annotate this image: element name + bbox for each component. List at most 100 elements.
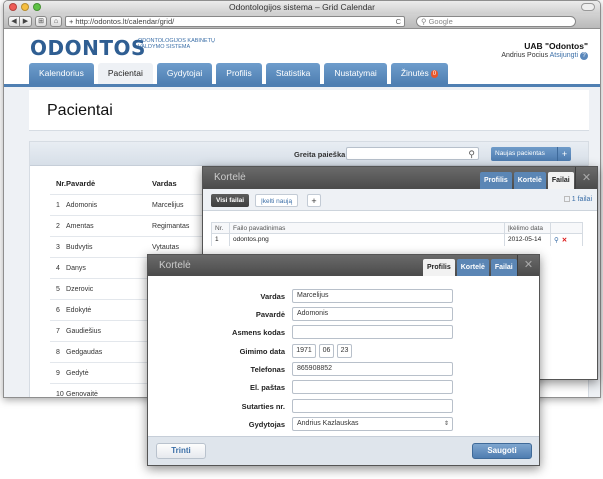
close-icon[interactable]: ✕ bbox=[575, 167, 597, 189]
birth-date-label: Gimimo data bbox=[239, 347, 285, 356]
subtab-all-files[interactable]: Visi failai bbox=[211, 194, 250, 207]
nav-underline bbox=[4, 84, 600, 87]
contract-label: Sutarties nr. bbox=[241, 402, 285, 411]
table-row[interactable]: 1 Adomonis Marcelijus bbox=[50, 194, 210, 216]
subtab-upload[interactable]: Įkelti naują bbox=[255, 194, 299, 207]
patient-nr: 9 bbox=[50, 362, 67, 384]
close-window-button[interactable] bbox=[9, 3, 17, 11]
toolbar-toggle-button[interactable] bbox=[581, 3, 595, 11]
window-title: Odontologijos sistema – Grid Calendar bbox=[229, 2, 375, 12]
file-name-link[interactable]: odontos.png bbox=[229, 233, 505, 246]
contract-field[interactable] bbox=[292, 399, 453, 413]
save-button[interactable]: Saugoti bbox=[472, 443, 532, 459]
reload-icon[interactable]: C bbox=[396, 17, 401, 26]
tab-profile[interactable]: Profilis bbox=[216, 63, 262, 84]
patient-nr: 4 bbox=[50, 257, 67, 279]
first-name-label: Vardas bbox=[260, 292, 285, 301]
search-icon[interactable]: ⚲ bbox=[468, 149, 475, 160]
profile-dialog: Kortelė Profilis Kortelė Failai ✕ Vardas… bbox=[147, 254, 540, 466]
file-actions: ⚲ ✕ bbox=[550, 233, 583, 246]
browser-toolbar: ◀ ▶ ⊞ ⌂ + http://odontos.lt/calendar/gri… bbox=[4, 14, 600, 29]
personal-code-label: Asmens kodas bbox=[232, 328, 285, 337]
user-info: Andrius Pocius Atsijungti ? bbox=[501, 52, 588, 60]
birth-day-field[interactable]: 23 bbox=[337, 344, 352, 358]
help-icon[interactable]: ? bbox=[580, 52, 588, 60]
delete-icon[interactable]: ✕ bbox=[562, 237, 567, 244]
table-header: Nr. Failo pavadinimas Įkėlimo data bbox=[211, 222, 583, 234]
tab-doctors[interactable]: Gydytojai bbox=[156, 63, 213, 84]
home-button[interactable]: ⌂ bbox=[50, 15, 62, 27]
tab-calendar[interactable]: Kalendorius bbox=[29, 63, 94, 84]
email-row: El. paštas bbox=[148, 380, 539, 395]
tab-statistics[interactable]: Statistika bbox=[265, 63, 321, 84]
reader-button[interactable]: ⊞ bbox=[35, 15, 47, 27]
doctor-select[interactable]: Andrius Kazlauskas ⇕ bbox=[292, 417, 453, 431]
minimize-window-button[interactable] bbox=[21, 3, 29, 11]
tab-profile[interactable]: Profilis bbox=[480, 172, 512, 189]
personal-code-row: Asmens kodas bbox=[148, 325, 539, 340]
new-patient-button[interactable]: Naujas pacientas + bbox=[491, 147, 571, 161]
tab-card[interactable]: Kortelė bbox=[456, 259, 489, 276]
delete-button[interactable]: Trinti bbox=[156, 443, 206, 459]
forward-button[interactable]: ▶ bbox=[20, 15, 32, 27]
patient-surname: Genovaitė bbox=[66, 383, 153, 397]
user-name: Andrius Pocius bbox=[501, 52, 549, 59]
tab-files[interactable]: Failai bbox=[490, 259, 517, 276]
patient-nr: 7 bbox=[50, 320, 67, 342]
tab-messages[interactable]: Žinutės 0 bbox=[390, 63, 449, 84]
messages-badge: 0 bbox=[430, 70, 439, 78]
chevron-updown-icon: ⇕ bbox=[443, 421, 449, 427]
first-name-field[interactable]: Marcelijus bbox=[292, 289, 453, 303]
table-row[interactable]: 2 Amentas Regimantas bbox=[50, 215, 210, 237]
phone-field[interactable]: 865908852 bbox=[292, 362, 453, 376]
birth-year-field[interactable]: 1971 bbox=[292, 344, 316, 358]
main-nav: Kalendorius Pacientai Gydytojai Profilis… bbox=[29, 63, 449, 84]
profile-dialog-header: Kortelė Profilis Kortelė Failai ✕ bbox=[148, 255, 539, 276]
tab-files[interactable]: Failai bbox=[547, 172, 574, 189]
patient-nr: 6 bbox=[50, 299, 67, 321]
page-title: Pacientai bbox=[47, 102, 113, 119]
page-title-bar: Pacientai bbox=[29, 90, 589, 131]
col-surname[interactable]: Pavardė bbox=[66, 179, 152, 195]
birth-month-field[interactable]: 06 bbox=[319, 344, 334, 358]
logout-link[interactable]: Atsijungti bbox=[550, 52, 578, 59]
back-button[interactable]: ◀ bbox=[8, 15, 20, 27]
plus-icon: + bbox=[557, 147, 571, 161]
tab-card[interactable]: Kortelė bbox=[513, 172, 546, 189]
back-icon: ◀ bbox=[11, 17, 17, 25]
tab-settings[interactable]: Nustatymai bbox=[324, 63, 387, 84]
patient-nr: 1 bbox=[50, 194, 67, 216]
address-bar[interactable]: + http://odontos.lt/calendar/grid/ C bbox=[65, 15, 405, 27]
files-dialog-header: Kortelė Profilis Kortelė Failai ✕ bbox=[203, 167, 597, 189]
patient-surname: Budvytis bbox=[66, 236, 153, 258]
tab-patients[interactable]: Pacientai bbox=[97, 63, 153, 84]
add-tab-button[interactable]: + bbox=[307, 194, 321, 207]
zoom-window-button[interactable] bbox=[33, 3, 41, 11]
email-field[interactable] bbox=[292, 380, 453, 394]
app-header: ODONTOS ODONTOLOGIJOS KABINETŲ VALDYMO S… bbox=[4, 30, 600, 84]
col-file-date: Įkėlimo data bbox=[504, 222, 551, 234]
history-buttons: ◀ ▶ bbox=[8, 15, 32, 27]
search-icon: ⚲ bbox=[421, 16, 429, 26]
first-name-row: Vardas Marcelijus bbox=[148, 289, 539, 304]
close-icon[interactable]: ✕ bbox=[517, 255, 539, 276]
patient-nr: 3 bbox=[50, 236, 67, 258]
personal-code-field[interactable] bbox=[292, 325, 453, 339]
patient-surname: Amentas bbox=[66, 215, 153, 237]
add-bookmark-icon[interactable]: + bbox=[69, 17, 73, 26]
last-name-field[interactable]: Adomonis bbox=[292, 307, 453, 321]
doctor-select-value: Andrius Kazlauskas bbox=[297, 420, 359, 427]
profile-dialog-title: Kortelė bbox=[159, 260, 191, 271]
patient-surname: Gedgaudas bbox=[66, 341, 153, 363]
view-icon[interactable]: ⚲ bbox=[554, 237, 559, 244]
quick-search-input[interactable]: ⚲ bbox=[346, 147, 479, 160]
logo[interactable]: ODONTOS bbox=[30, 36, 146, 60]
home-icon: ⌂ bbox=[53, 17, 59, 25]
col-nr[interactable]: Nr. bbox=[50, 179, 66, 195]
tab-profile[interactable]: Profilis bbox=[423, 259, 455, 276]
browser-search-field[interactable]: ⚲ Google bbox=[416, 15, 576, 27]
company-name: UAB "Odontos" bbox=[524, 41, 588, 51]
select-all-checkbox[interactable] bbox=[563, 196, 570, 202]
last-name-row: Pavardė Adomonis bbox=[148, 307, 539, 322]
patient-surname: Danys bbox=[66, 257, 153, 279]
